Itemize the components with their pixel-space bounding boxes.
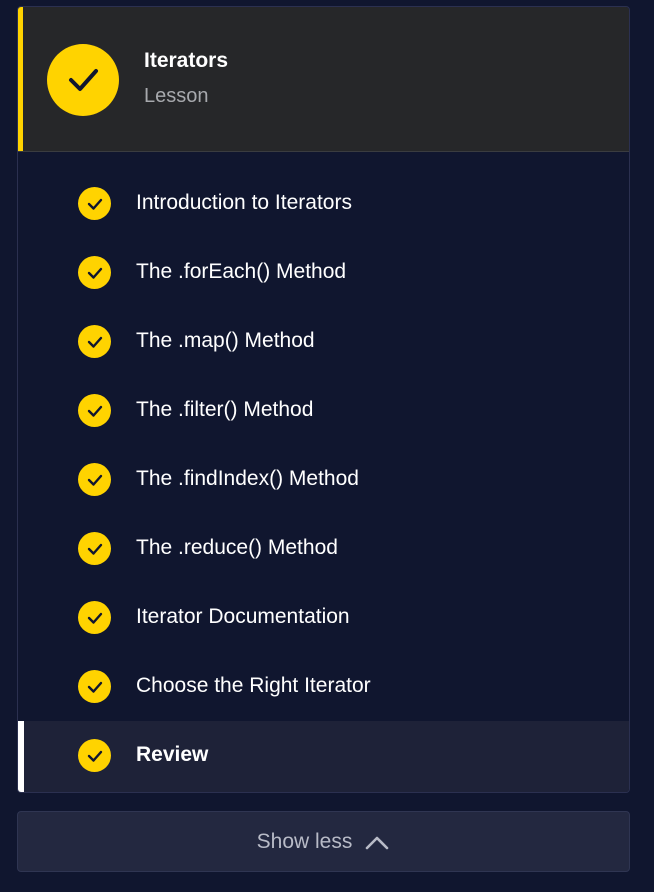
exercise-item[interactable]: The .forEach() Method [18,238,629,307]
exercise-label: Review [136,743,209,766]
exercise-label: Iterator Documentation [136,605,350,628]
check-icon [78,532,111,565]
chevron-up-icon [364,833,390,851]
show-less-button[interactable]: Show less [17,811,630,872]
exercise-label: The .findIndex() Method [136,467,359,490]
exercise-item[interactable]: The .filter() Method [18,376,629,445]
exercise-item[interactable]: The .map() Method [18,307,629,376]
exercise-item[interactable]: Iterator Documentation [18,583,629,652]
active-indicator [18,721,24,792]
check-icon [78,394,111,427]
lesson-card: Iterators Lesson Introduction to Iterato… [17,6,630,793]
check-icon [78,463,111,496]
exercise-label: The .forEach() Method [136,260,347,283]
check-icon [78,601,111,634]
exercise-item[interactable]: The .reduce() Method [18,514,629,583]
lesson-title: Iterators [144,49,229,72]
exercise-item[interactable]: Choose the Right Iterator [18,652,629,721]
exercise-list: Introduction to Iterators The .forEach()… [18,169,629,792]
lesson-subtitle: Lesson [144,85,209,107]
lesson-header[interactable]: Iterators Lesson [18,7,629,152]
exercise-label: The .filter() Method [136,398,314,421]
exercise-item[interactable]: Introduction to Iterators [18,169,629,238]
check-icon [47,44,119,116]
check-icon [78,670,111,703]
exercise-label: The .map() Method [136,329,315,352]
exercise-item-active[interactable]: Review [18,721,629,792]
exercise-label: The .reduce() Method [136,536,338,559]
check-icon [78,739,111,772]
check-icon [78,256,111,289]
check-icon [78,187,111,220]
header-accent-bar [18,7,23,151]
exercise-item[interactable]: The .findIndex() Method [18,445,629,514]
check-icon [78,325,111,358]
exercise-label: Choose the Right Iterator [136,674,371,697]
exercise-label: Introduction to Iterators [136,191,352,214]
show-less-label: Show less [256,829,353,853]
